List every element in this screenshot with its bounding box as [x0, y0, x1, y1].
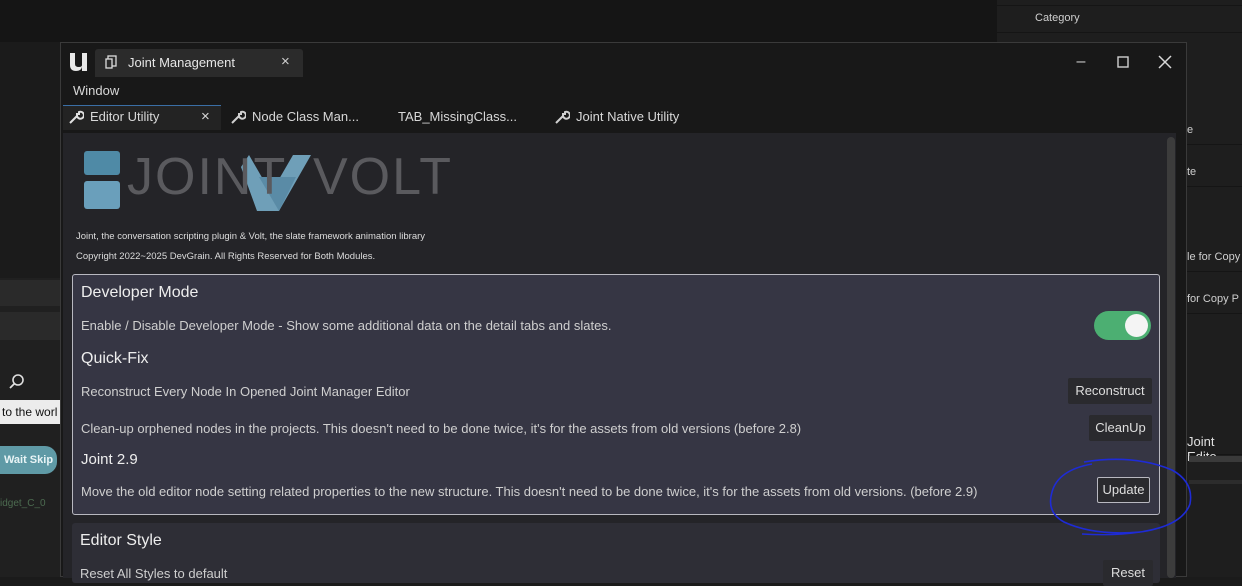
- window-title: Joint Management: [128, 55, 235, 70]
- reconstruct-desc: Reconstruct Every Node In Opened Joint M…: [81, 384, 410, 399]
- cleanup-button[interactable]: CleanUp: [1089, 415, 1152, 441]
- editor-style-desc: Reset All Styles to default: [80, 566, 228, 581]
- unreal-logo-icon: [67, 49, 89, 75]
- graph-node-fragment: idget_C_0: [0, 498, 46, 509]
- settings-section: Developer Mode Enable / Disable Develope…: [72, 274, 1160, 515]
- editor-style-section: Editor Style Reset All Styles to default…: [72, 523, 1160, 586]
- close-window-icon[interactable]: [1152, 51, 1178, 73]
- details-divider: [1189, 480, 1242, 484]
- developer-mode-desc: Enable / Disable Developer Mode - Show s…: [81, 318, 612, 333]
- graph-row: [0, 280, 60, 306]
- minimize-icon[interactable]: –: [1068, 51, 1094, 73]
- details-fragment: te: [1187, 166, 1197, 178]
- wait-skip-node-button[interactable]: Wait Skip: [0, 446, 57, 474]
- details-fragment: e: [1187, 124, 1194, 136]
- developer-mode-toggle[interactable]: [1094, 311, 1151, 340]
- details-row-category: Category: [997, 5, 1242, 33]
- quick-fix-title: Quick-Fix: [81, 350, 149, 367]
- developer-mode-title: Developer Mode: [81, 284, 199, 301]
- window-tab[interactable]: Joint Management ×: [95, 49, 303, 77]
- document-icon: [105, 55, 119, 69]
- cleanup-desc: Clean-up orphened nodes in the projects.…: [81, 421, 802, 436]
- close-tab-icon[interactable]: ×: [281, 53, 290, 70]
- reconstruct-button[interactable]: Reconstruct: [1068, 378, 1152, 404]
- graph-row: [0, 312, 60, 340]
- editor-style-title: Editor Style: [80, 532, 162, 549]
- joint-29-desc: Move the old editor node setting related…: [81, 484, 978, 499]
- tab-node-class-manager[interactable]: Node Class Man...: [252, 106, 359, 128]
- editor-utility-content: JOINT VOLT Joint, the conversation scrip…: [63, 133, 1176, 586]
- tab-missing-class[interactable]: TAB_MissingClass...: [398, 106, 517, 128]
- toggle-knob: [1125, 314, 1148, 337]
- graph-text-field[interactable]: to the worl: [0, 400, 60, 424]
- wrench-icon: [230, 106, 247, 128]
- tab-joint-native-utility[interactable]: Joint Native Utility: [576, 106, 679, 128]
- logo-joint-text: JOINT: [127, 148, 288, 206]
- background-viewport: [0, 0, 997, 42]
- joint-volt-logo: JOINT VOLT: [81, 147, 451, 219]
- wrench-icon: [554, 106, 571, 128]
- details-scroll-track: [1189, 456, 1242, 462]
- annotation-circle: [1049, 458, 1192, 536]
- maximize-icon[interactable]: [1110, 51, 1136, 73]
- joint-management-window: Joint Management × – Window Editor Utili…: [60, 42, 1187, 586]
- search-icon[interactable]: [8, 372, 26, 390]
- joint-29-title: Joint 2.9: [81, 451, 138, 468]
- close-tab-icon[interactable]: ×: [201, 106, 210, 128]
- menu-window[interactable]: Window: [73, 83, 119, 98]
- logo-volt-text: VOLT: [313, 148, 453, 206]
- header-copyright: Copyright 2022~2025 DevGrain. All Rights…: [76, 251, 376, 262]
- graph-text-value: to the worl: [2, 405, 58, 419]
- details-fragment: for Copy P: [1187, 293, 1239, 305]
- category-label: Category: [1035, 12, 1080, 24]
- wrench-icon: [68, 106, 85, 128]
- details-fragment: le for Copy: [1187, 251, 1241, 263]
- header-description: Joint, the conversation scripting plugin…: [76, 231, 426, 242]
- reset-button[interactable]: Reset: [1103, 560, 1153, 586]
- tab-editor-utility-label: Editor Utility: [90, 109, 160, 124]
